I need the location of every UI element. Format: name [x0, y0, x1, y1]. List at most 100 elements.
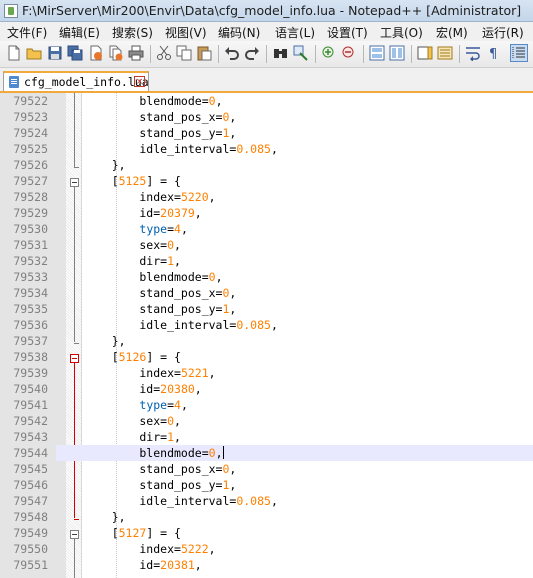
line-text: dir=1,	[84, 430, 181, 444]
code-line[interactable]: 79541 type=4,	[0, 397, 533, 413]
code-line[interactable]: 79535 stand_pos_y=1,	[0, 301, 533, 317]
toolbar-separator	[363, 45, 364, 63]
menu-macro[interactable]: 宏(M)	[436, 24, 468, 41]
line-number: 79533	[13, 270, 48, 284]
code-line[interactable]: 79550 index=5222,	[0, 541, 533, 557]
code-line[interactable]: 79524 stand_pos_y=1,	[0, 125, 533, 141]
replace-icon[interactable]	[293, 45, 309, 61]
code-line[interactable]: 79533 blendmode=0,	[0, 269, 533, 285]
code-line[interactable]: 79522 blendmode=0,	[0, 93, 533, 109]
line-text: type=4,	[139, 398, 188, 412]
print-icon[interactable]	[128, 45, 144, 61]
text-caret	[222, 446, 224, 459]
indent-guide-icon[interactable]	[510, 44, 528, 62]
copy-icon[interactable]	[176, 45, 192, 61]
title-bar: F:\MirServer\Mir200\Envir\Data\cfg_model…	[0, 0, 533, 22]
sync-horizontal-icon[interactable]	[389, 45, 405, 61]
show-all-chars-icon[interactable]: ¶	[485, 45, 501, 61]
code-line[interactable]: 79540 id=20380,	[0, 381, 533, 397]
redo-icon[interactable]	[244, 45, 260, 61]
code-line[interactable]: 79532 dir=1,	[0, 253, 533, 269]
line-number: 79545	[13, 462, 48, 476]
menu-language[interactable]: 语言(L)	[275, 24, 315, 41]
code-line[interactable]: 79525 idle_interval=0.085,	[0, 141, 533, 157]
code-line[interactable]: 79537 },	[0, 333, 533, 349]
line-text: stand_pos_x=0,	[84, 462, 237, 476]
close-all-icon[interactable]	[108, 45, 124, 61]
toolbar: ¶	[0, 41, 533, 68]
line-text: },	[84, 334, 126, 348]
toolbar-separator	[150, 45, 151, 63]
tab-cfg-model-info[interactable]: cfg_model_info.lua ×	[3, 71, 149, 91]
save-icon[interactable]	[47, 45, 63, 61]
menu-search[interactable]: 搜索(S)	[112, 24, 153, 41]
code-line[interactable]: 79546 stand_pos_y=1,	[0, 477, 533, 493]
close-icon[interactable]	[88, 45, 104, 61]
code-line[interactable]: 79549 [5127] = {	[0, 525, 533, 541]
window-title: F:\MirServer\Mir200\Envir\Data\cfg_model…	[22, 3, 522, 18]
line-number: 79550	[13, 542, 48, 556]
code-line[interactable]: 79543 dir=1,	[0, 429, 533, 445]
menu-settings[interactable]: 设置(T)	[327, 24, 368, 41]
code-line[interactable]: 79545 stand_pos_x=0,	[0, 461, 533, 477]
line-number: 79524	[13, 126, 48, 140]
code-line[interactable]: 79548 },	[0, 509, 533, 525]
code-line[interactable]: 79531 sex=0,	[0, 237, 533, 253]
code-line[interactable]: 79547 idle_interval=0.085,	[0, 493, 533, 509]
code-line[interactable]: 79542 sex=0,	[0, 413, 533, 429]
line-number: 79543	[13, 430, 48, 444]
line-text: id=20381,	[84, 558, 202, 572]
open-file-icon[interactable]	[26, 45, 42, 61]
menu-edit[interactable]: 编辑(E)	[59, 24, 100, 41]
undo-icon[interactable]	[224, 45, 240, 61]
code-line[interactable]: 79529 id=20379,	[0, 205, 533, 221]
line-text: [5126] = {	[84, 350, 181, 364]
menu-view[interactable]: 视图(V)	[165, 24, 207, 41]
menu-file[interactable]: 文件(F)	[7, 24, 47, 41]
code-line[interactable]: 79534 stand_pos_x=0,	[0, 285, 533, 301]
line-text: sex=0,	[84, 414, 181, 428]
line-number: 79534	[13, 286, 48, 300]
line-number: 79551	[13, 558, 48, 572]
toolbar-separator	[411, 45, 412, 63]
save-all-icon[interactable]	[67, 45, 83, 61]
line-text: blendmode=0,	[84, 94, 223, 108]
toolbar-separator	[315, 45, 316, 63]
code-line[interactable]: 79539 index=5221,	[0, 365, 533, 381]
menu-bar: 文件(F) 编辑(E) 搜索(S) 视图(V) 编码(N) 语言(L) 设置(T…	[0, 22, 533, 41]
code-line[interactable]: 79536 idle_interval=0.085,	[0, 317, 533, 333]
zoom-out-icon[interactable]	[341, 45, 357, 61]
paste-icon[interactable]	[196, 45, 212, 61]
zoom-in-icon[interactable]	[321, 45, 337, 61]
code-line[interactable]: 79530 type=4,	[0, 221, 533, 237]
line-text: },	[84, 158, 126, 172]
line-number: 79539	[13, 366, 48, 380]
code-line[interactable]: 79538 [5126] = {	[0, 349, 533, 365]
line-number: 79542	[13, 414, 48, 428]
tab-close-icon[interactable]: ×	[134, 76, 145, 87]
line-text: sex=0,	[84, 238, 181, 252]
code-line[interactable]: 79526 },	[0, 157, 533, 173]
editor[interactable]: 79522 blendmode=0, 79523 stand_pos_x=0, 79…	[0, 93, 533, 578]
document-map-icon[interactable]	[417, 45, 433, 61]
menu-encoding[interactable]: 编码(N)	[218, 24, 260, 41]
menu-run[interactable]: 运行(R)	[482, 24, 524, 41]
line-number: 79548	[13, 510, 48, 524]
current-code-line[interactable]: 79544 blendmode=0,	[0, 445, 533, 461]
code-line[interactable]: 79551 id=20381,	[0, 557, 533, 573]
code-line[interactable]: 79527 [5125] = {	[0, 173, 533, 189]
line-number: 79526	[13, 158, 48, 172]
code-line[interactable]: 79523 stand_pos_x=0,	[0, 109, 533, 125]
sync-vertical-icon[interactable]	[369, 45, 385, 61]
line-number: 79549	[13, 526, 48, 540]
line-text: stand_pos_y=1,	[84, 302, 237, 316]
line-number: 79544	[0, 445, 56, 461]
code-line[interactable]: 79528 index=5220,	[0, 189, 533, 205]
word-wrap-icon[interactable]	[465, 45, 481, 61]
line-text: index=5222,	[84, 542, 216, 556]
new-file-icon[interactable]	[6, 45, 22, 61]
menu-tools[interactable]: 工具(O)	[380, 24, 423, 41]
function-list-icon[interactable]	[437, 45, 453, 61]
find-icon[interactable]	[273, 45, 289, 61]
cut-icon[interactable]	[156, 45, 172, 61]
